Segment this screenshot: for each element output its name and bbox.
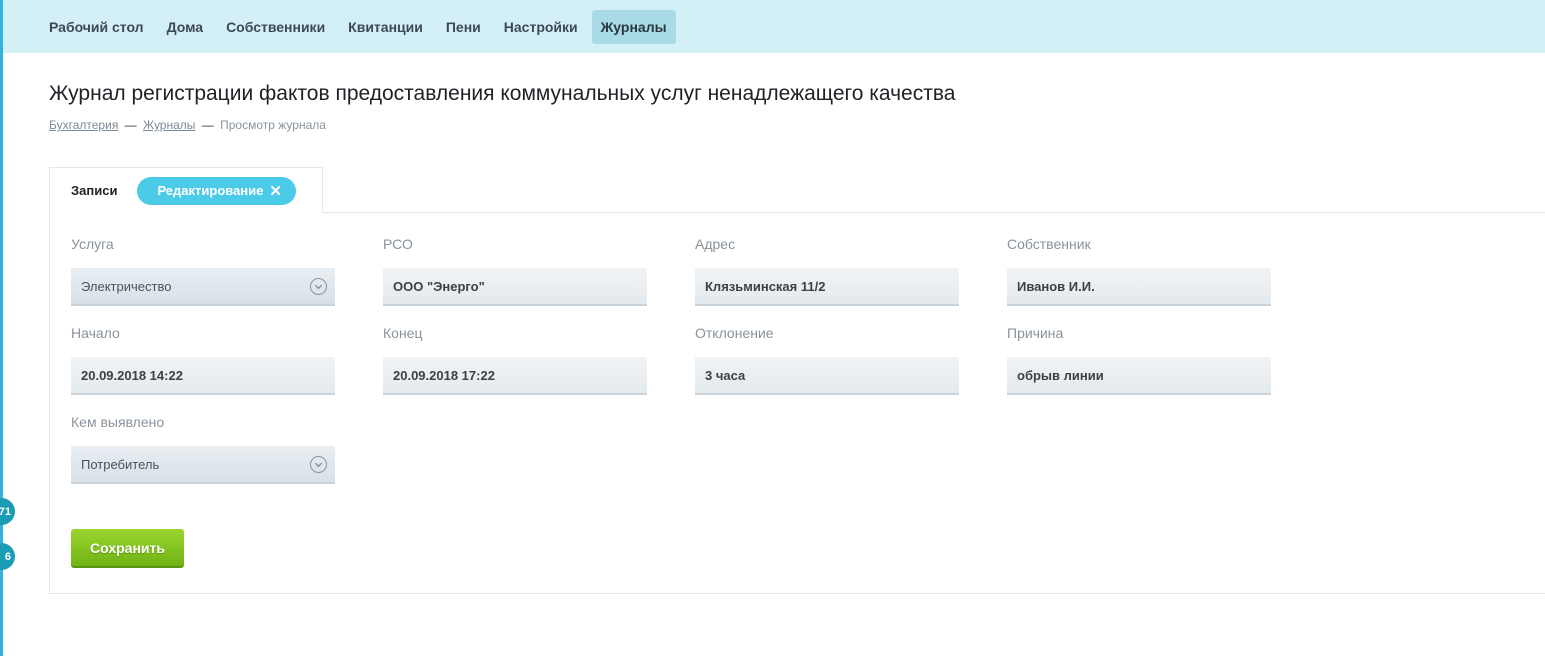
nav-item-journals[interactable]: Журналы — [591, 9, 676, 44]
deviation-input[interactable]: 3 часа — [695, 357, 959, 395]
deviation-label: Отклонение — [695, 325, 774, 341]
owner-field: Собственник Иванов И.И. — [1007, 236, 1271, 306]
address-value: Клязьминская 11/2 — [705, 278, 826, 294]
nav-item-owners[interactable]: Собственники — [217, 10, 334, 44]
breadcrumb-accounting[interactable]: Бухгалтерия — [49, 118, 118, 132]
nav-item-houses[interactable]: Дома — [158, 10, 212, 44]
service-field: Услуга Электричество — [71, 236, 335, 306]
end-input[interactable]: 20.09.2018 17:22 — [383, 357, 647, 395]
tab-edit[interactable]: Редактирование ✕ — [137, 176, 296, 205]
reason-input[interactable]: обрыв линии — [1007, 357, 1271, 395]
rso-input[interactable]: ООО "Энерго" — [383, 268, 647, 306]
owner-input[interactable]: Иванов И.И. — [1007, 268, 1271, 306]
rso-field: РСО ООО "Энерго" — [383, 236, 647, 306]
edge-badge[interactable]: 71 — [0, 498, 15, 525]
deviation-value: 3 часа — [705, 367, 746, 383]
service-select[interactable]: Электричество — [71, 268, 335, 306]
detected-by-select[interactable]: Потребитель — [71, 446, 335, 484]
start-label: Начало — [71, 325, 120, 341]
start-field: Начало 20.09.2018 14:22 — [71, 325, 335, 395]
page-title: Журнал регистрации фактов предоставления… — [49, 82, 956, 105]
reason-value: обрыв линии — [1017, 367, 1104, 383]
start-input[interactable]: 20.09.2018 14:22 — [71, 357, 335, 395]
address-field: Адрес Клязьминская 11/2 — [695, 236, 959, 306]
tab-records[interactable]: Записи — [71, 183, 117, 198]
chevron-down-icon — [310, 278, 327, 295]
top-navigation: Рабочий стол Дома Собственники Квитанции… — [3, 0, 1545, 53]
address-label: Адрес — [695, 236, 736, 252]
end-label: Конец — [383, 325, 423, 341]
tab-bar: Записи Редактирование ✕ — [49, 167, 323, 213]
breadcrumb-current: Просмотр журнала — [220, 118, 326, 132]
tab-edit-label: Редактирование — [157, 183, 264, 198]
detected-by-label: Кем выявлено — [71, 414, 165, 430]
save-button[interactable]: Сохранить — [71, 529, 184, 568]
service-label: Услуга — [71, 236, 114, 252]
close-icon[interactable]: ✕ — [269, 182, 282, 200]
nav-item-receipts[interactable]: Квитанции — [339, 10, 432, 44]
service-value: Электричество — [81, 278, 172, 294]
rso-value: ООО "Энерго" — [393, 278, 485, 294]
breadcrumb-journals[interactable]: Журналы — [143, 118, 195, 132]
reason-label: Причина — [1007, 325, 1064, 341]
detected-by-field: Кем выявлено Потребитель — [71, 414, 335, 484]
nav-item-settings[interactable]: Настройки — [495, 10, 587, 44]
end-field: Конец 20.09.2018 17:22 — [383, 325, 647, 395]
rso-label: РСО — [383, 236, 413, 252]
owner-label: Собственник — [1007, 236, 1091, 252]
breadcrumb: Бухгалтерия — Журналы — Просмотр журнала — [49, 118, 326, 132]
owner-value: Иванов И.И. — [1017, 278, 1095, 294]
edge-badge[interactable]: 6 — [0, 543, 15, 570]
chevron-down-icon — [310, 456, 327, 473]
end-value: 20.09.2018 17:22 — [393, 367, 495, 383]
address-input[interactable]: Клязьминская 11/2 — [695, 268, 959, 306]
breadcrumb-separator: — — [124, 118, 137, 132]
start-value: 20.09.2018 14:22 — [81, 367, 183, 383]
nav-item-desktop[interactable]: Рабочий стол — [40, 10, 153, 44]
deviation-field: Отклонение 3 часа — [695, 325, 959, 395]
detected-by-value: Потребитель — [81, 456, 160, 472]
breadcrumb-separator: — — [201, 118, 214, 132]
nav-item-penalties[interactable]: Пени — [437, 10, 490, 44]
reason-field: Причина обрыв линии — [1007, 325, 1271, 395]
